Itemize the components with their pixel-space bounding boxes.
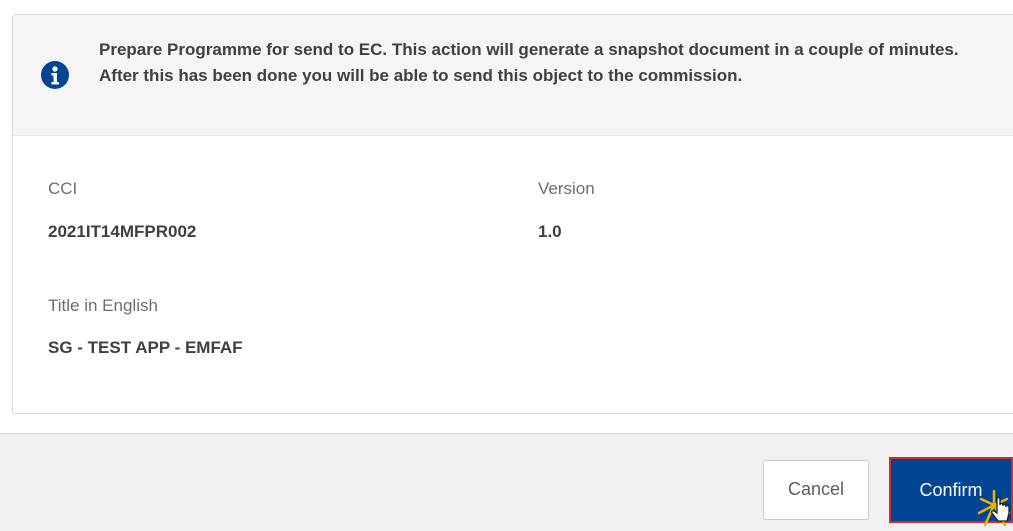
cci-label: CCI xyxy=(48,179,78,198)
info-circle-icon xyxy=(41,61,69,89)
version-label: Version xyxy=(538,179,595,198)
dialog-footer: Cancel Confirm xyxy=(0,433,1013,531)
info-message: Prepare Programme for send to EC. This a… xyxy=(99,40,959,85)
title-label: Title in English xyxy=(48,296,158,315)
hand-cursor-icon xyxy=(977,489,1011,527)
cci-value: 2021IT14MFPR002 xyxy=(48,222,197,241)
cancel-button[interactable]: Cancel xyxy=(763,460,869,520)
send-to-ec-dialog: Prepare Programme for send to EC. This a… xyxy=(0,0,1013,531)
info-banner: Prepare Programme for send to EC. This a… xyxy=(13,15,1013,136)
dialog-body: Prepare Programme for send to EC. This a… xyxy=(12,14,1013,414)
title-value: SG - TEST APP - EMFAF xyxy=(48,338,243,357)
version-value: 1.0 xyxy=(538,222,562,241)
